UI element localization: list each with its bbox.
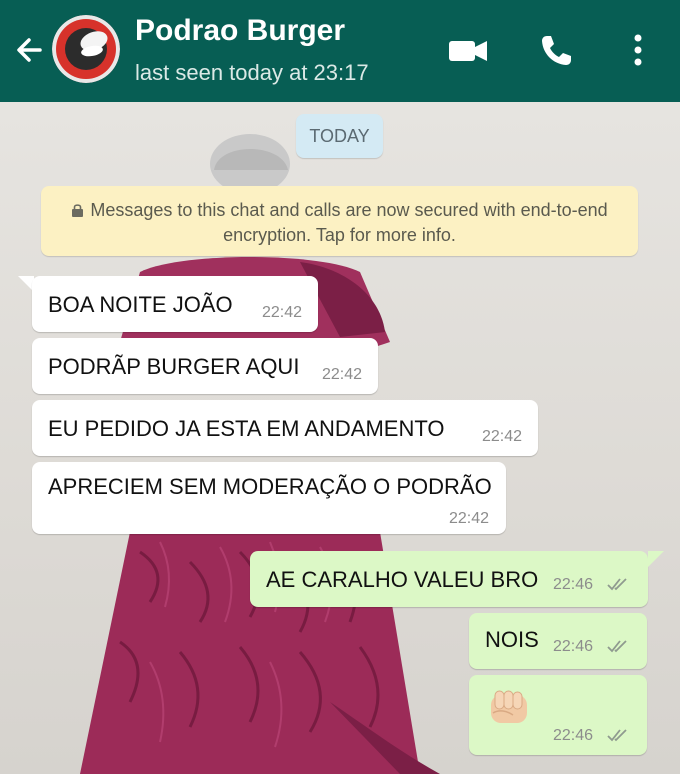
message-time: 22:46 [553,576,594,593]
message-time: 22:42 [482,428,523,445]
video-call-icon[interactable] [446,30,490,70]
message-time: 22:42 [262,304,303,321]
message-time: 22:46 [553,727,594,744]
bubble-tail [648,551,664,567]
message-time: 22:46 [553,638,594,655]
message-text: BOA NOITE JOÃO [48,292,233,317]
read-receipt-icon [607,729,627,742]
message-text: PODRÃP BURGER AQUI [48,354,300,379]
oncoming-fist-emoji [491,690,527,723]
message-time: 22:42 [322,366,363,383]
message-bubble-incoming[interactable]: APRECIEM SEM MODERAÇÃO O PODRÃO 22:42 [32,462,506,534]
chat-header: Podrao Burger last seen today at 23:17 [0,0,680,102]
read-receipt-icon [607,578,627,591]
message-text: NOIS [485,627,539,652]
encryption-notice[interactable]: Messages to this chat and calls are now … [41,186,638,256]
message-text: AE CARALHO VALEU BRO [266,567,539,592]
contact-name[interactable]: Podrao Burger [135,14,345,48]
voice-call-icon[interactable] [536,30,580,70]
message-bubble-outgoing[interactable]: AE CARALHO VALEU BRO 22:46 [250,551,648,607]
message-bubble-incoming[interactable]: BOA NOITE JOÃO 22:42 [32,276,318,332]
avatar[interactable] [52,15,120,83]
date-chip: TODAY [296,114,383,158]
message-text: EU PEDIDO JA ESTA EM ANDAMENTO [48,416,445,441]
message-time: 22:42 [449,510,490,527]
message-bubble-outgoing[interactable]: NOIS 22:46 [469,613,647,669]
message-text: APRECIEM SEM MODERAÇÃO O PODRÃO [48,474,492,499]
back-arrow-icon[interactable] [10,30,50,70]
message-bubble-outgoing[interactable]: 22:46 [469,675,647,755]
read-receipt-icon [607,640,627,653]
last-seen-status: last seen today at 23:17 [135,60,369,85]
message-bubble-incoming[interactable]: PODRÃP BURGER AQUI 22:42 [32,338,378,394]
encryption-notice-text: Messages to this chat and calls are now … [90,200,608,245]
lock-icon [72,204,84,217]
message-bubble-incoming[interactable]: EU PEDIDO JA ESTA EM ANDAMENTO 22:42 [32,400,538,456]
more-options-icon[interactable] [618,30,658,70]
